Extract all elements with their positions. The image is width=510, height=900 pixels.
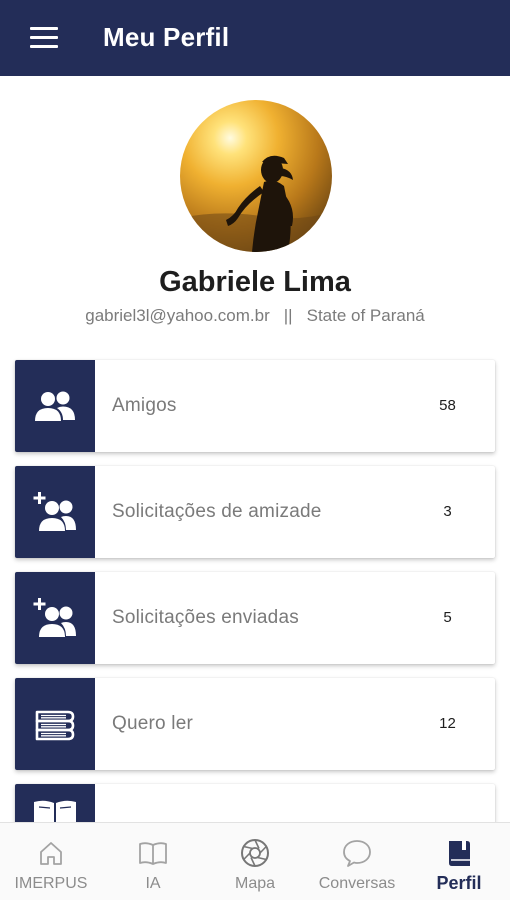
app-bar: Meu Perfil [0, 0, 510, 76]
add-friend-icon [15, 572, 95, 664]
profile-separator: || [283, 306, 293, 325]
menu-item-label: Amigos [112, 395, 177, 416]
nav-item-label: Perfil [436, 873, 482, 893]
menu-item-count: 3 [443, 502, 452, 520]
menu-item-count: 5 [443, 608, 452, 626]
nav-item-mapa[interactable]: Mapa [204, 823, 306, 900]
home-icon [37, 837, 65, 869]
menu-item-quero-ler[interactable]: Quero ler 12 [15, 678, 495, 770]
nav-item-perfil[interactable]: Perfil [408, 823, 510, 900]
menu-item-label: Solicitações de amizade [112, 501, 322, 522]
profile-location: State of Paraná [306, 306, 425, 325]
nav-item-imerpus[interactable]: IMERPUS [0, 823, 102, 900]
menu-icon[interactable] [30, 27, 58, 49]
menu-item-label: Solicitações enviadas [112, 607, 299, 628]
page-title: Meu Perfil [103, 22, 230, 52]
menu-item-count: 12 [439, 714, 456, 732]
add-friend-icon [15, 466, 95, 558]
bottom-navigation: IMERPUS IA Mapa Conversas Perfil [0, 822, 510, 900]
chat-bubble-icon [341, 837, 373, 869]
profile-email: gabriel3l@yahoo.com.br [85, 306, 270, 325]
nav-item-label: IMERPUS [14, 875, 88, 892]
menu-item-amigos[interactable]: Amigos 58 [15, 360, 495, 452]
nav-item-conversas[interactable]: Conversas [306, 823, 408, 900]
nav-item-ia[interactable]: IA [102, 823, 204, 900]
nav-item-label: IA [145, 875, 161, 892]
book-icon [138, 837, 168, 869]
menu-item-sent-requests[interactable]: Solicitações enviadas 5 [15, 572, 495, 664]
menu-item-count: 58 [439, 396, 456, 414]
profile-name: Gabriele Lima [159, 266, 351, 298]
nav-item-label: Conversas [318, 875, 396, 892]
menu-item-label: Quero ler [112, 713, 194, 734]
friends-icon [15, 360, 95, 452]
menu-item-friend-requests[interactable]: Solicitações de amizade 3 [15, 466, 495, 558]
avatar[interactable] [180, 100, 332, 252]
books-stack-icon [15, 678, 95, 770]
nav-item-label: Mapa [234, 875, 276, 892]
profile-details: gabriel3l@yahoo.com.br || State of Paraná [0, 306, 510, 326]
aperture-icon [240, 837, 270, 869]
profile-book-icon [445, 837, 473, 869]
avatar-image [180, 100, 332, 252]
